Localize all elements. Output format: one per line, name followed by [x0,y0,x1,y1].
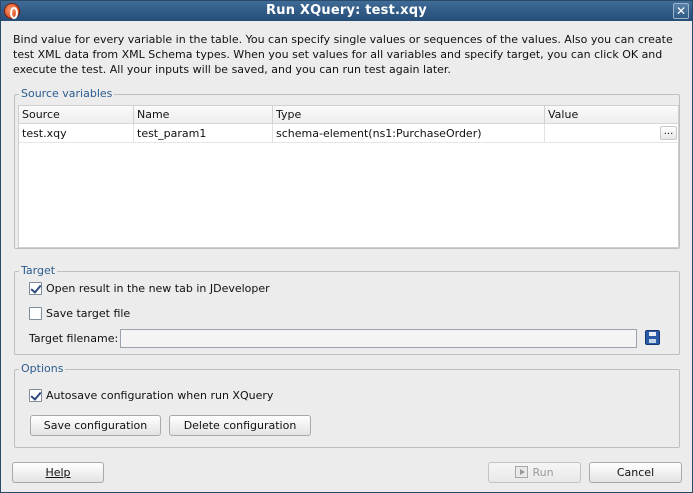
help-button[interactable]: Help [12,462,104,483]
run-button-label: Run [532,466,554,479]
cell-type: schema-element(ns1:PurchaseOrder) [273,124,545,143]
help-button-label: Help [45,466,71,479]
target-legend: Target [19,264,58,277]
open-result-checkbox[interactable] [29,282,42,295]
source-variables-legend: Source variables [19,87,115,100]
open-result-label: Open result in the new tab in JDeveloper [46,282,270,295]
cell-name: test_param1 [134,124,273,143]
cancel-button[interactable]: Cancel [589,462,682,483]
delete-configuration-button[interactable]: Delete configuration [169,415,311,436]
dialog-description: Bind value for every variable in the tab… [13,33,673,76]
column-header-name[interactable]: Name [134,106,273,124]
options-legend: Options [19,362,66,375]
target-group: Target Open result in the new tab in JDe… [14,264,680,355]
source-variables-table: Source Name Type Value test.xqy test_par… [18,105,679,248]
run-button[interactable]: Run [488,462,581,483]
column-header-type[interactable]: Type [273,106,545,124]
autosave-checkbox[interactable] [29,389,42,402]
dialog-title: Run XQuery: test.xqy [266,3,427,18]
autosave-label: Autosave configuration when run XQuery [46,389,274,402]
cell-value[interactable]: ... [545,124,680,143]
table-header: Source Name Type Value [19,106,678,124]
table-row[interactable]: test.xqy test_param1 schema-element(ns1:… [19,124,678,143]
target-filename-label: Target filename: [29,332,119,345]
close-icon[interactable]: ✕ [673,3,689,19]
edit-value-button[interactable]: ... [660,126,677,140]
column-header-value[interactable]: Value [545,106,680,124]
save-target-label: Save target file [46,307,131,320]
options-group: Options Autosave configuration when run … [14,362,680,448]
run-icon [515,466,529,478]
save-configuration-button[interactable]: Save configuration [30,415,161,436]
run-xquery-dialog: Run XQuery: test.xqy ✕ Bind value for ev… [0,0,693,493]
column-header-source[interactable]: Source [19,106,134,124]
target-filename-input[interactable] [120,329,637,348]
save-file-icon[interactable] [645,330,660,345]
cell-source: test.xqy [19,124,134,143]
save-target-checkbox[interactable] [29,307,42,320]
title-bar[interactable]: Run XQuery: test.xqy ✕ [1,1,692,21]
source-variables-group: Source variables Source Name Type Value … [14,87,680,249]
